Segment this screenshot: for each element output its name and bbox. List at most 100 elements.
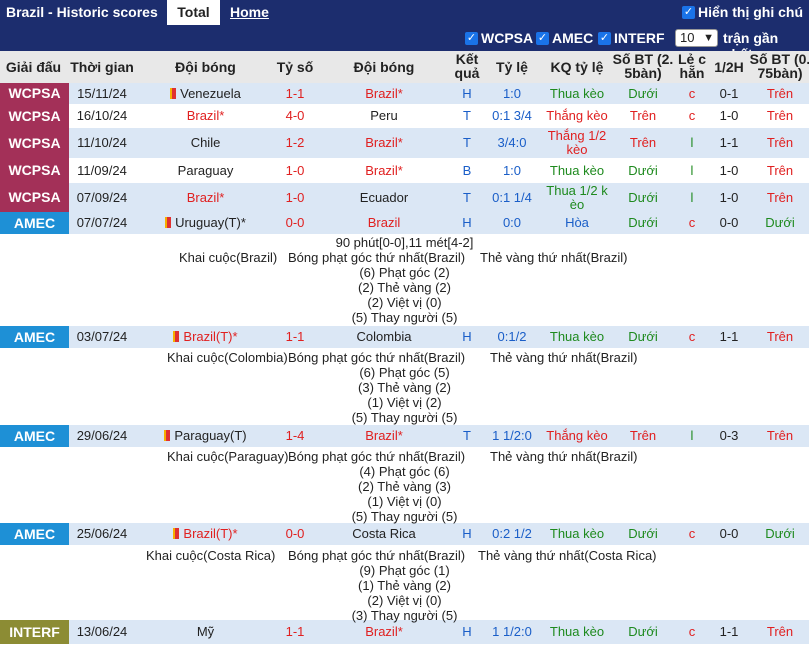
cell-score[interactable]: 0-0 — [270, 212, 320, 234]
checkbox-icon[interactable]: ✓ — [682, 5, 695, 19]
odds-text: 0:0 — [502, 215, 522, 230]
bt2-text: Trên — [766, 190, 794, 205]
odds-result-line2: kèo — [566, 142, 588, 157]
le-text: l — [690, 135, 694, 150]
flag-icon — [170, 88, 177, 99]
detail-corner: Bóng phạt góc thứ nhất(Brazil) — [288, 449, 466, 464]
kq-text: Thắng kèo — [546, 108, 608, 123]
detail-yellow: Thẻ vàng thứ nhất(Brazil) — [490, 449, 638, 464]
res-text: T — [463, 190, 471, 205]
res-text: B — [462, 163, 472, 178]
cell-away[interactable]: Brazil — [320, 212, 448, 234]
cell-home[interactable]: Uruguay(T)* — [138, 212, 273, 234]
league-badge[interactable]: AMEC — [0, 212, 69, 234]
odds-result-line1: Thắng 1/2 — [547, 128, 607, 143]
cell-date: 11/09/24 — [68, 158, 136, 183]
detail-l3: (2) Việt vị (0) — [367, 295, 442, 310]
score-text: 1-1 — [285, 329, 305, 344]
league-badge[interactable]: WCPSA — [0, 83, 69, 104]
cell-away[interactable]: Peru — [320, 104, 448, 128]
match-detail: Khai cuộc(Paraguay) Bóng phạt góc thứ nhấ… — [0, 449, 809, 539]
league-badge[interactable]: WCPSA — [0, 128, 69, 158]
checkbox-icon[interactable]: ✓ — [465, 31, 478, 45]
cell-kq: Thắng 1/2 kèo — [538, 128, 616, 157]
detail-l2: (2) Thẻ vàng (3) — [358, 479, 451, 494]
checkbox-icon[interactable]: ✓ — [536, 31, 549, 45]
cell-home[interactable]: Venezuela — [138, 83, 273, 104]
cell-away[interactable]: Brazil* — [320, 83, 448, 104]
cell-kq: Thua 1/2 k èo — [538, 183, 616, 212]
cell-score[interactable]: 1-1 — [270, 326, 320, 348]
date-text: 03/07/24 — [76, 329, 128, 344]
show-notes-toggle[interactable]: ✓ Hiển thị ghi chú — [682, 4, 803, 20]
odds-text: 1:0 — [502, 163, 522, 178]
cell-res: T — [448, 128, 486, 158]
cell-score[interactable]: 1-1 — [270, 83, 320, 104]
cell-away[interactable]: Brazil* — [320, 158, 448, 183]
cell-bt: Dưới — [612, 83, 674, 104]
cell-bt2: Trên — [748, 104, 809, 128]
cell-home[interactable]: Chile — [138, 128, 273, 158]
detail-l2: (2) Thẻ vàng (2) — [358, 280, 451, 295]
table-header: Giải đấu Thời gian Đội bóng Tỷ số Đội bó… — [0, 51, 809, 83]
cell-bt: Dưới — [612, 326, 674, 348]
res-text: H — [462, 215, 472, 230]
league-badge[interactable]: WCPSA — [0, 104, 69, 128]
filter-wcpsa[interactable]: ✓ WCPSA — [465, 30, 533, 46]
detail-l3: (1) Việt vị (2) — [367, 395, 442, 410]
filter-interf[interactable]: ✓ INTERF — [598, 30, 665, 46]
match-count-select[interactable]: 10 ▼ — [675, 29, 718, 47]
checkbox-icon[interactable]: ✓ — [598, 31, 611, 45]
league-badge[interactable]: WCPSA — [0, 158, 69, 183]
kq-text: Thua kèo — [549, 86, 605, 101]
tab-total[interactable]: Total — [167, 0, 220, 25]
cell-le: c — [674, 326, 710, 348]
score-text: 1-0 — [285, 163, 305, 178]
detail-l4: (5) Thay người (5) — [351, 509, 458, 524]
col-goals-25: Số BT (2. 5bàn) — [612, 51, 674, 81]
filter-amec[interactable]: ✓ AMEC — [536, 30, 593, 46]
cell-home[interactable]: Paraguay — [138, 158, 273, 183]
cell-odds: 1:0 — [486, 158, 538, 183]
cell-score[interactable]: 1-0 — [270, 158, 320, 183]
detail-l2: (3) Thẻ vàng (2) — [358, 380, 451, 395]
detail-top: 90 phút[0-0],11 mét[4-2] — [335, 235, 474, 250]
cell-score[interactable]: 4-0 — [270, 104, 320, 128]
cell-score[interactable]: 1-2 — [270, 128, 320, 158]
league-badge[interactable]: WCPSA — [0, 183, 69, 212]
res-text: H — [462, 329, 472, 344]
bt2-text: Trên — [766, 329, 794, 344]
away-text: Brazil* — [365, 135, 403, 150]
league-badge[interactable]: AMEC — [0, 326, 69, 348]
cell-score[interactable]: 1-0 — [270, 183, 320, 212]
cell-le: l — [674, 128, 710, 158]
date-text: 11/10/24 — [77, 135, 127, 150]
home-text: Brazil* — [186, 190, 225, 205]
detail-yellow: Thẻ vàng thứ nhất(Costa Rica) — [478, 548, 657, 563]
cell-date: 03/07/24 — [68, 326, 136, 348]
bt2-text: Trên — [766, 135, 794, 150]
res-text: T — [463, 108, 471, 123]
cell-away[interactable]: Brazil* — [320, 128, 448, 158]
table-row: WCPSA 15/11/24 Venezuela 1-1 Brazil* H 1:0 Thua… — [0, 83, 809, 104]
home-text: Brazil(T)* — [183, 329, 238, 344]
score-text: 1-2 — [285, 135, 305, 150]
kq-text: Hòa — [565, 215, 589, 230]
odds-text: 0:1 1/4 — [492, 190, 532, 205]
cell-odds: 0:0 — [486, 212, 538, 234]
le-text: c — [688, 215, 696, 230]
cell-res: H — [448, 212, 486, 234]
cell-away[interactable]: Ecuador — [320, 183, 448, 212]
cell-home[interactable]: Brazil* — [138, 183, 273, 212]
odds-text: 1:0 — [502, 86, 522, 101]
cell-home[interactable]: Brazil(T)* — [138, 326, 273, 348]
table-row: AMEC 03/07/24 Brazil(T)* 1-1 Colombia H 0:1/2 T… — [0, 326, 809, 348]
table-row: WCPSA 11/10/24 Chile 1-2 Brazil* T 3/4:0 Thắng … — [0, 128, 809, 158]
cell-half: 1-0 — [710, 158, 748, 183]
cell-date: 07/09/24 — [68, 183, 136, 212]
tab-home[interactable]: Home — [230, 4, 269, 20]
le-text: l — [690, 190, 694, 205]
cell-home[interactable]: Brazil* — [138, 104, 273, 128]
cell-le: l — [674, 158, 710, 183]
cell-away[interactable]: Colombia — [320, 326, 448, 348]
